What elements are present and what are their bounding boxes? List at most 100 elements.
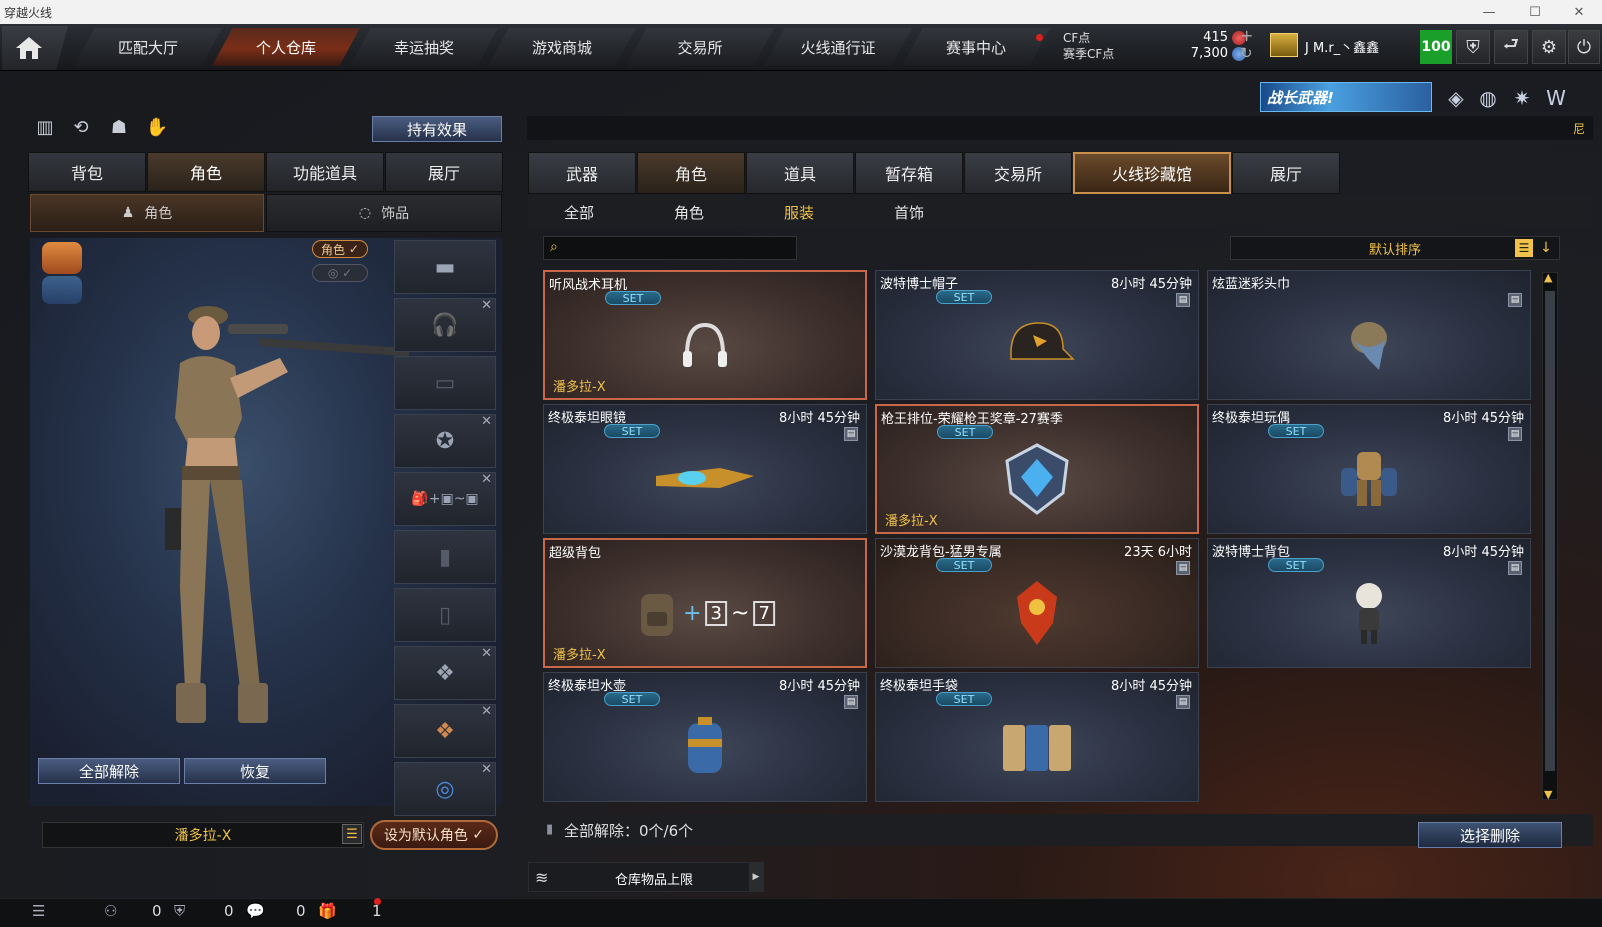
remove-icon[interactable]: ✕ [481,762,492,777]
right-tab-collection[interactable]: 火线珍藏馆 [1073,152,1231,194]
left-tab-function-items[interactable]: 功能道具 [266,152,384,192]
promo-banner[interactable]: 战长武器! [1260,82,1432,112]
delete-icon[interactable]: ▤ [1508,561,1522,575]
search-input[interactable] [568,238,792,258]
right-tab-showroom[interactable]: 展厅 [1232,152,1340,194]
remove-icon[interactable]: ✕ [481,704,492,719]
sort-dropdown[interactable]: 默认排序 ☰ ↓ [1230,236,1560,260]
right-tab-exchange[interactable]: 交易所 [964,152,1072,194]
slot-weapon[interactable]: ▬ [394,240,496,294]
chat-icon[interactable]: 💬 [246,902,265,920]
slot-medal[interactable]: ✪ ✕ [394,414,496,468]
slot-pet-1[interactable]: ❖ ✕ [394,646,496,700]
character-switch-icon[interactable]: ☗ [106,114,132,140]
return-button[interactable]: ⮐ [1494,30,1528,64]
right-tab-items[interactable]: 道具 [746,152,854,194]
slot-glasses[interactable]: ▭ [394,356,496,410]
faction-blue-icon[interactable] [42,276,82,304]
scroll-down-icon[interactable]: ▼ [1544,788,1552,801]
hold-effect-button[interactable]: 持有效果 [372,116,502,142]
right-subtab-clothing[interactable]: 服装 [744,199,854,225]
glove-icon[interactable]: ✋ [144,114,170,140]
maximize-button[interactable]: ☐ [1512,0,1558,24]
right-subtab-character[interactable]: 角色 [634,199,744,225]
right-tab-weapons[interactable]: 武器 [528,152,636,194]
ranking-icon[interactable]: ▥ [32,114,58,140]
nav-tab-lucky-draw[interactable]: 幸运抽奖 [350,28,498,66]
delete-icon[interactable]: ▤ [1176,561,1190,575]
right-subtab-all[interactable]: 全部 [524,199,634,225]
remove-icon[interactable]: ✕ [481,414,492,429]
refresh-cf-button[interactable]: ↻ [1240,44,1253,62]
item-card[interactable]: 终极泰坦手袋 8小时 45分钟 SET ▤ [875,672,1199,802]
nav-tab-battle-pass[interactable]: 火线通行证 [764,28,912,66]
list-menu-icon[interactable]: ☰ [32,902,45,920]
remove-icon[interactable]: ✕ [481,646,492,661]
left-tab-showroom[interactable]: 展厅 [385,152,503,192]
list-icon[interactable]: ☰ [1515,239,1533,257]
gift-star-icon[interactable]: ✷ [1508,84,1536,112]
add-cf-button[interactable]: + [1240,26,1253,45]
delete-icon[interactable]: ▤ [1176,695,1190,709]
select-delete-button[interactable]: 选择删除 [1418,822,1562,848]
nav-tab-shop[interactable]: 游戏商城 [488,28,636,66]
slot-ring[interactable]: ◎ ✕ [394,762,496,816]
item-card[interactable]: 沙漠龙背包-猛男专属 23天 6小时 SET ▤ [875,538,1199,668]
delete-icon[interactable]: ▤ [1508,427,1522,441]
item-card[interactable]: 听风战术耳机 SET 潘多拉-X [543,270,867,400]
delete-icon[interactable]: ▤ [844,427,858,441]
slot-pet-2[interactable]: ❖ ✕ [394,704,496,758]
faction-eagle-icon[interactable] [42,242,82,274]
storage-limit-bar[interactable]: ≋ 仓库物品上限 ▶ [528,862,764,892]
gift-icon[interactable]: 🎁 [318,902,337,920]
shield-button[interactable]: ⛨ [1456,30,1490,64]
power-button[interactable]: ⏻ [1568,30,1600,64]
nav-tab-match-lobby[interactable]: 匹配大厅 [74,28,222,66]
remove-icon[interactable]: ✕ [481,472,492,487]
item-card[interactable]: 波特博士帽子 8小时 45分钟 SET ▤ [875,270,1199,400]
remove-icon[interactable]: ✕ [481,298,492,313]
expand-icon[interactable]: ▶ [749,863,763,891]
search-box[interactable]: ⌕ [543,236,797,260]
right-subtab-jewelry[interactable]: 首饰 [854,199,964,225]
nav-tab-exchange[interactable]: 交易所 [626,28,774,66]
delete-icon[interactable]: ▤ [1508,293,1522,307]
globe-icon[interactable]: ◍ [1474,84,1502,112]
scroll-up-icon[interactable]: ▲ [1544,271,1552,284]
item-card[interactable]: 终极泰坦眼镜 8小时 45分钟 SET ▤ [543,404,867,534]
friends-icon[interactable]: ⚇ [104,902,117,920]
settings-button[interactable]: ⚙ [1532,30,1566,64]
delete-icon[interactable]: ▤ [1176,293,1190,307]
nav-tab-warehouse[interactable]: 个人仓库 [212,28,360,66]
rotate-icon[interactable]: ⟲ [68,114,94,140]
w-logo-icon[interactable]: W [1542,84,1570,112]
item-card[interactable]: 超级背包 +3 ~7 潘多拉-X [543,538,867,668]
scrollbar-thumb[interactable] [1545,291,1555,771]
left-subtab-accessory[interactable]: ◌ 饰品 [266,194,502,232]
hide-toggle[interactable]: ◎ ✓ [312,264,368,282]
menu-icon[interactable]: ☰ [342,824,362,844]
clan-icon[interactable]: ⛨ [174,902,185,920]
left-tab-backpack[interactable]: 背包 [28,152,146,192]
scrollbar[interactable]: ▲ ▼ [1542,271,1558,801]
left-tab-character[interactable]: 角色 [147,152,265,192]
minimize-button[interactable]: — [1466,0,1512,24]
badge-icon[interactable]: ◈ [1442,84,1470,112]
set-default-character-button[interactable]: 设为默认角色 ✓ [370,820,498,850]
sort-desc-icon[interactable]: ↓ [1537,239,1555,257]
right-tab-storage[interactable]: 暂存箱 [855,152,963,194]
item-card[interactable]: 炫蓝迷彩头巾 ▤ [1207,270,1531,400]
item-card[interactable]: 终极泰坦玩偶 8小时 45分钟 SET ▤ [1207,404,1531,534]
restore-button[interactable]: 恢复 [184,758,326,784]
item-card[interactable]: 波特博士背包 8小时 45分钟 SET ▤ [1207,538,1531,668]
left-subtab-character[interactable]: ♟ 角色 [30,194,264,232]
slot-body[interactable]: ▮ [394,530,496,584]
right-tab-character[interactable]: 角色 [637,152,745,194]
role-badge[interactable]: 角色 ✓ [312,240,368,258]
close-button[interactable]: ✕ [1556,0,1602,24]
item-card[interactable]: 枪王排位-荣耀枪王奖章-27赛季 SET 潘多拉-X [875,404,1199,534]
slot-pants[interactable]: ▯ [394,588,496,642]
delete-icon[interactable]: ▤ [844,695,858,709]
unequip-all-button[interactable]: 全部解除 [38,758,180,784]
slot-headwear[interactable]: 🎧 ✕ [394,298,496,352]
